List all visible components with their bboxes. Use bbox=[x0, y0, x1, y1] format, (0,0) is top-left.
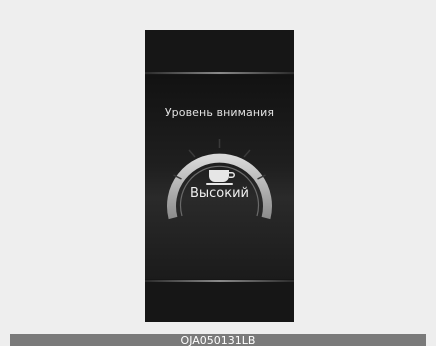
attention-level-title: Уровень внимания bbox=[164, 106, 275, 119]
cluster-display: Уровень внимания Высокий bbox=[145, 30, 294, 322]
coffee-cup-icon bbox=[206, 170, 235, 185]
image-code-label: OJA050131LB bbox=[180, 334, 256, 346]
top-divider bbox=[145, 72, 294, 74]
attention-level-value: Высокий bbox=[189, 186, 250, 201]
figure: Уровень внимания Высокий OJA050131LB bbox=[0, 0, 436, 346]
bottom-divider bbox=[145, 280, 294, 282]
attention-gauge bbox=[167, 139, 272, 220]
